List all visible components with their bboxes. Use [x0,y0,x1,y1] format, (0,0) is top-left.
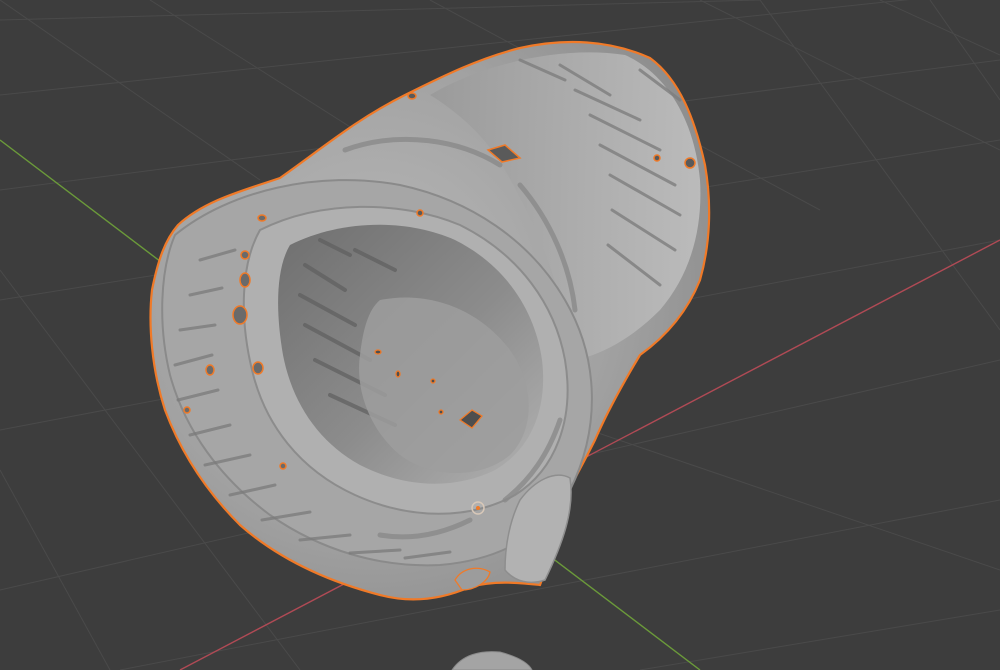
3d-viewport[interactable] [0,0,1000,670]
viewport-canvas[interactable] [0,0,1000,670]
